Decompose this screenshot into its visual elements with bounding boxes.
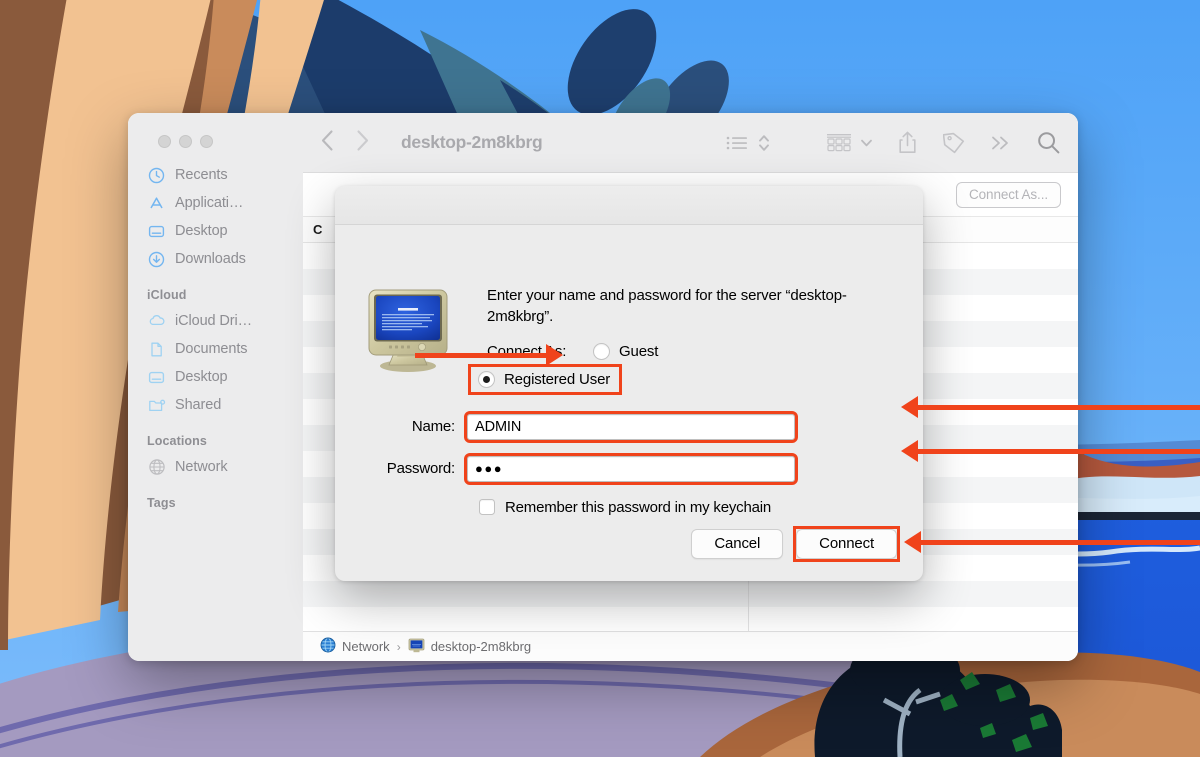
keychain-checkbox-row[interactable]: Remember this password in my keychain	[479, 499, 897, 516]
connect-button-highlight: Connect	[793, 526, 900, 562]
name-field[interactable]: ADMIN	[464, 410, 798, 443]
appstore-icon	[147, 194, 166, 213]
document-icon	[147, 340, 166, 359]
sidebar-group-icloud: iCloud	[147, 288, 187, 302]
column-header-label: C	[313, 222, 323, 237]
password-label: Password:	[386, 460, 455, 478]
sidebar-item-label: Downloads	[175, 251, 246, 267]
dialog-titlebar	[335, 186, 923, 225]
download-icon	[147, 250, 166, 269]
close-button[interactable]	[158, 135, 171, 148]
registered-user-radio-option[interactable]: Registered User	[467, 363, 623, 395]
window-title: desktop-2m8kbrg	[401, 132, 543, 152]
annotation-arrow-name-field	[900, 396, 1200, 418]
path-bar: Network › desktop-2m8kbrg	[303, 631, 1078, 661]
keychain-checkbox[interactable]	[479, 499, 495, 516]
sidebar-item-applications[interactable]: Applicati…	[128, 189, 303, 217]
dialog-buttons: Cancel Connect	[691, 526, 900, 562]
cloud-icon	[147, 312, 166, 331]
group-by-button[interactable]	[826, 133, 872, 152]
sidebar-item-recents[interactable]: Recents	[128, 161, 303, 189]
path-separator: ›	[396, 639, 401, 654]
annotation-arrow-registered-user	[415, 344, 565, 366]
sidebar-item-label: Applicati…	[175, 195, 244, 211]
nav-buttons[interactable]	[321, 129, 369, 156]
sort-updown-icon[interactable]	[758, 133, 770, 153]
path-item-label: desktop-2m8kbrg	[430, 639, 532, 654]
dialog-body: Enter your name and password for the ser…	[335, 225, 923, 581]
sidebar-item-documents[interactable]: Documents	[128, 335, 303, 363]
sidebar-item-label: Recents	[175, 167, 228, 183]
sidebar-item-downloads[interactable]: Downloads	[128, 245, 303, 273]
dialog-message: Enter your name and password for the ser…	[487, 287, 847, 326]
registered-user-radio-label: Registered User	[504, 370, 611, 388]
sidebar-item-label: iCloud Dri…	[175, 313, 253, 329]
globe-icon	[147, 458, 166, 477]
name-label: Name:	[411, 418, 455, 436]
forward-icon[interactable]	[356, 129, 369, 156]
list-item[interactable]	[303, 607, 1078, 631]
cancel-button[interactable]: Cancel	[691, 529, 784, 559]
registered-user-radio[interactable]	[478, 370, 495, 388]
finder-sidebar: Recents Applicati… Desktop Downloads iCl…	[128, 113, 303, 661]
connect-button[interactable]: Connect	[796, 529, 897, 559]
more-chevrons-icon[interactable]	[991, 135, 1011, 151]
annotation-arrow-connect-button	[903, 531, 1200, 553]
keychain-label: Remember this password in my keychain	[505, 498, 772, 516]
toolbar-actions	[726, 131, 1060, 154]
view-list-button[interactable]	[726, 135, 748, 151]
name-row: Name: ADMIN	[361, 410, 897, 443]
minimize-button[interactable]	[179, 135, 192, 148]
path-item-network[interactable]: Network	[320, 637, 390, 656]
sidebar-item-network[interactable]: Network	[128, 453, 303, 481]
globe-icon	[320, 637, 336, 656]
server-authentication-dialog: Enter your name and password for the ser…	[335, 186, 923, 581]
sidebar-item-label: Desktop	[175, 369, 228, 385]
sidebar-item-shared[interactable]: Shared	[128, 391, 303, 419]
window-controls[interactable]	[158, 135, 213, 148]
guest-radio-option[interactable]: Guest	[593, 342, 659, 360]
path-item-current[interactable]: desktop-2m8kbrg	[408, 638, 531, 656]
guest-radio[interactable]	[593, 342, 610, 360]
sidebar-item-label: Network	[175, 459, 228, 475]
sidebar-item-label: Shared	[175, 397, 222, 413]
sidebar-item-desktop-icloud[interactable]: Desktop	[128, 363, 303, 391]
annotation-arrow-password-field	[900, 440, 1200, 462]
sidebar-item-icloud-drive[interactable]: iCloud Dri…	[128, 307, 303, 335]
crt-monitor-icon	[408, 638, 425, 656]
sidebar-group-tags: Tags	[147, 496, 176, 510]
tag-icon[interactable]	[943, 132, 965, 154]
clock-icon	[147, 166, 166, 185]
zoom-button[interactable]	[200, 135, 213, 148]
desktop-icon	[147, 222, 166, 241]
password-field[interactable]: ●●●	[464, 452, 798, 485]
search-icon[interactable]	[1037, 131, 1060, 154]
sidebar-item-label: Documents	[175, 341, 248, 357]
desktop-icon	[147, 368, 166, 387]
back-icon[interactable]	[321, 129, 334, 156]
guest-radio-label: Guest	[619, 342, 659, 360]
shared-folder-icon	[147, 396, 166, 415]
share-button[interactable]	[898, 131, 917, 154]
sidebar-group-locations: Locations	[147, 434, 207, 448]
password-row: Password: ●●●	[361, 452, 897, 485]
path-item-label: Network	[342, 639, 390, 654]
finder-toolbar: desktop-2m8kbrg	[303, 113, 1078, 173]
chevron-down-icon[interactable]	[861, 134, 872, 152]
list-item[interactable]	[303, 581, 1078, 607]
sidebar-item-desktop[interactable]: Desktop	[128, 217, 303, 245]
connect-as-button[interactable]: Connect As...	[956, 181, 1061, 208]
sidebar-item-label: Desktop	[175, 223, 228, 239]
